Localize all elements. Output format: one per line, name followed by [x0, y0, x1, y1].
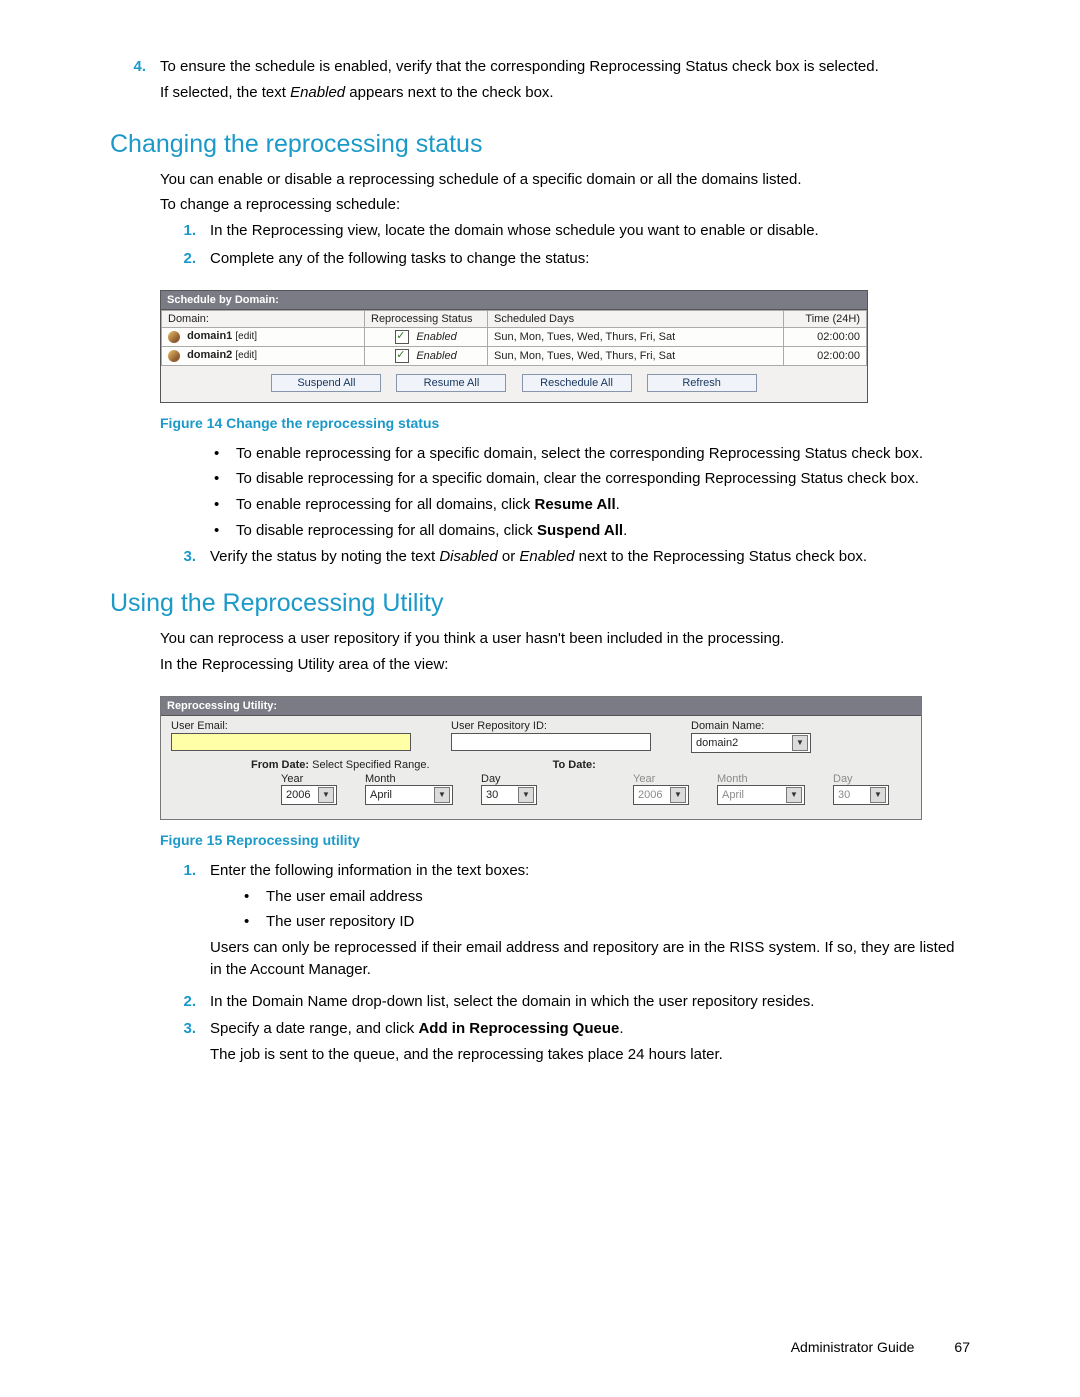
figure-14-caption: Figure 14 Change the reprocessing status	[160, 415, 970, 431]
footer-title: Administrator Guide	[791, 1339, 915, 1355]
step-number: 4.	[110, 56, 160, 108]
edit-link[interactable]: [edit]	[235, 331, 257, 342]
figure-15-caption: Figure 15 Reprocessing utility	[160, 832, 970, 848]
chevron-down-icon: ▼	[870, 787, 886, 803]
to-day-select[interactable]: 30▼	[833, 785, 889, 805]
change-step-3: 3. Verify the status by noting the text …	[160, 546, 970, 568]
from-month-select[interactable]: April▼	[365, 785, 453, 805]
util-step-1: 1. Enter the following information in th…	[160, 860, 970, 985]
list-item: To enable reprocessing for all domains, …	[210, 494, 970, 516]
domain-name-select[interactable]: domain2 ▼	[691, 733, 811, 753]
schedule-table: Domain: Reprocessing Status Scheduled Da…	[161, 310, 867, 366]
from-day-select[interactable]: 30▼	[481, 785, 537, 805]
page-footer: Administrator Guide 67	[791, 1339, 970, 1355]
repo-id-input[interactable]	[451, 733, 651, 751]
resume-all-button[interactable]: Resume All	[396, 374, 506, 392]
chevron-down-icon: ▼	[792, 735, 808, 751]
globe-icon	[168, 331, 180, 343]
suspend-all-button[interactable]: Suspend All	[271, 374, 381, 392]
chevron-down-icon: ▼	[434, 787, 450, 803]
to-month-select[interactable]: April▼	[717, 785, 805, 805]
util-step-3: 3. Specify a date range, and click Add i…	[160, 1018, 970, 1070]
refresh-button[interactable]: Refresh	[647, 374, 757, 392]
reschedule-all-button[interactable]: Reschedule All	[522, 374, 632, 392]
globe-icon	[168, 350, 180, 362]
to-year-select[interactable]: 2006▼	[633, 785, 689, 805]
heading-changing-status: Changing the reprocessing status	[110, 130, 970, 159]
to-date-label: To Date:	[553, 759, 596, 771]
figure-15: Reprocessing Utility: User Email: User R…	[160, 696, 922, 820]
fig14-button-row: Suspend All Resume All Reschedule All Re…	[161, 366, 867, 402]
list-item: The user email address	[240, 886, 970, 908]
table-row: domain2 [edit] Enabled Sun, Mon, Tues, W…	[162, 346, 867, 365]
chevron-down-icon: ▼	[518, 787, 534, 803]
page-number: 67	[954, 1339, 970, 1355]
util-step-2: 2. In the Domain Name drop-down list, se…	[160, 991, 970, 1013]
user-email-label: User Email:	[171, 720, 411, 732]
repo-id-label: User Repository ID:	[451, 720, 651, 732]
user-email-input[interactable]	[171, 733, 411, 751]
edit-link[interactable]: [edit]	[235, 350, 257, 361]
list-item: To disable reprocessing for all domains,…	[210, 520, 970, 542]
domain-name-label: Domain Name:	[691, 720, 811, 732]
table-row: domain1 [edit] Enabled Sun, Mon, Tues, W…	[162, 327, 867, 346]
change-step-1: 1. In the Reprocessing view, locate the …	[160, 220, 970, 242]
from-year-select[interactable]: 2006▼	[281, 785, 337, 805]
chevron-down-icon: ▼	[670, 787, 686, 803]
list-item: To enable reprocessing for a specific do…	[210, 443, 970, 465]
list-item: To disable reprocessing for a specific d…	[210, 468, 970, 490]
util-p1: You can reprocess a user repository if y…	[160, 628, 970, 650]
changing-p1: You can enable or disable a reprocessing…	[160, 169, 970, 191]
table-header-row: Domain: Reprocessing Status Scheduled Da…	[162, 310, 867, 327]
step-4-text: To ensure the schedule is enabled, verif…	[160, 58, 879, 75]
util-p2: In the Reprocessing Utility area of the …	[160, 654, 970, 676]
changing-p2: To change a reprocessing schedule:	[160, 194, 970, 216]
reprocessing-status-checkbox[interactable]	[395, 330, 409, 344]
step-4: 4. To ensure the schedule is enabled, ve…	[110, 56, 970, 108]
fig14-title: Schedule by Domain:	[161, 291, 867, 310]
fig15-title: Reprocessing Utility:	[161, 697, 921, 716]
figure-14: Schedule by Domain: Domain: Reprocessing…	[160, 290, 868, 403]
list-item: The user repository ID	[240, 911, 970, 933]
from-date-label: From Date:	[251, 759, 309, 771]
chevron-down-icon: ▼	[318, 787, 334, 803]
reprocessing-status-checkbox[interactable]	[395, 349, 409, 363]
heading-using-utility: Using the Reprocessing Utility	[110, 589, 970, 618]
change-step-2: 2. Complete any of the following tasks t…	[160, 248, 970, 270]
chevron-down-icon: ▼	[786, 787, 802, 803]
